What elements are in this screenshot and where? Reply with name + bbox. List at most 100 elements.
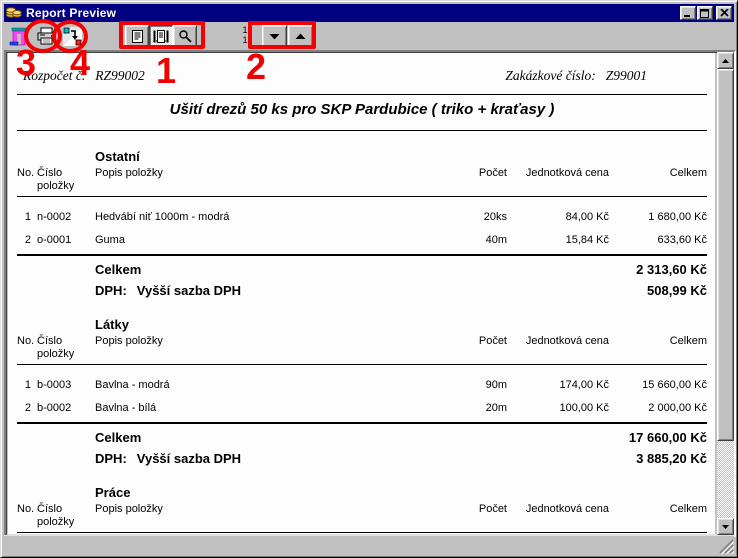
report-title: Ušití drezů 50 ks pro SKP Pardubice ( tr… — [17, 95, 707, 130]
section-rows: 1 pr-0001 Šití 50hod 525,00 Kč 26 250,00… — [17, 533, 707, 534]
order-number: Zakázkové číslo: Z99001 — [505, 68, 705, 84]
page-current: 1 — [238, 25, 252, 35]
report-section: Ostatní No. Číslo položky Popis položky … — [17, 149, 707, 301]
cell-description: Bavlna - modrá — [95, 379, 425, 391]
col-header-item-number: Číslo položky — [37, 335, 89, 361]
view-fit-page-button[interactable] — [149, 25, 173, 48]
report-preview-window: Report Preview — [0, 0, 738, 558]
divider-line — [17, 130, 707, 131]
section-header-row: No. Číslo položky Popis položky Počet Je… — [17, 335, 707, 365]
section-rows: 1 b-0003 Bavlna - modrá 90m 174,00 Kč 15… — [17, 365, 707, 419]
section-total-label: Celkem — [95, 430, 629, 445]
printer-icon — [36, 27, 57, 46]
section-total-row: Celkem 2 313,60 Kč — [17, 259, 707, 280]
cell-item-number: o-0001 — [37, 234, 89, 246]
col-header-no: No. — [17, 335, 31, 361]
section-title: Látky — [95, 317, 707, 333]
report-page: Rozpočet č. RZ99002 Zakázkové číslo: Z9900… — [8, 53, 715, 534]
table-row: 1 b-0003 Bavlna - modrá 90m 174,00 Kč 15… — [17, 373, 707, 396]
cell-no: 2 — [17, 402, 31, 414]
col-header-no: No. — [17, 503, 31, 529]
col-header-total: Celkem — [615, 335, 707, 361]
section-rows: 1 n-0002 Hedvábí niť 1000m - modrá 20ks … — [17, 197, 707, 251]
section-vat-value: 3 885,20 Kč — [636, 451, 707, 466]
budget-number: Rozpočet č. RZ99002 — [23, 68, 145, 84]
col-header-unit-price: Jednotková cena — [513, 503, 609, 529]
page-total: 1 — [238, 35, 252, 45]
cell-no: 1 — [17, 379, 31, 391]
cell-quantity: 90m — [431, 379, 507, 391]
cell-description: Hedvábí niť 1000m - modrá — [95, 211, 425, 223]
section-total-label: Celkem — [95, 262, 636, 277]
cell-unit-price: 174,00 Kč — [513, 379, 609, 391]
view-zoom-button[interactable] — [173, 25, 197, 48]
report-section: Látky No. Číslo položky Popis položky Po… — [17, 317, 707, 469]
export-button[interactable] — [61, 25, 85, 48]
page-up-button[interactable] — [288, 25, 313, 48]
cell-total: 633,60 Kč — [615, 234, 707, 246]
vat-label: DPH: — [95, 283, 127, 298]
section-total-value: 2 313,60 Kč — [636, 262, 707, 277]
cell-description: Bavlna - bílá — [95, 402, 425, 414]
resize-grip[interactable] — [717, 537, 734, 554]
maximize-button[interactable] — [697, 6, 713, 20]
page-indicator: 1 1 — [238, 25, 252, 45]
cell-unit-price: 100,00 Kč — [513, 402, 609, 414]
preview-area: Rozpočet č. RZ99002 Zakázkové číslo: Z9900… — [4, 50, 736, 537]
vat-rate-label: Vyšší sazba DPH — [137, 451, 241, 466]
minimize-button[interactable] — [680, 6, 696, 20]
report-sections: Ostatní No. Číslo položky Popis položky … — [17, 149, 707, 534]
section-vat-value: 508,99 Kč — [647, 283, 707, 298]
vat-rate-label: Vyšší sazba DPH — [137, 283, 241, 298]
section-total-value: 17 660,00 Kč — [629, 430, 707, 445]
arrow-up-icon — [295, 33, 306, 40]
col-header-description: Popis položky — [95, 335, 425, 361]
cell-no: 1 — [17, 211, 31, 223]
scroll-down-icon — [722, 525, 729, 529]
col-header-item-number: Číslo položky — [37, 167, 89, 193]
order-number-value: Z99001 — [606, 68, 647, 83]
exit-icon — [9, 27, 29, 47]
cell-total: 1 680,00 Kč — [615, 211, 707, 223]
maximize-icon — [700, 9, 710, 18]
coins-icon — [6, 3, 22, 23]
col-header-unit-price: Jednotková cena — [513, 335, 609, 361]
fit-page-icon — [153, 29, 169, 44]
close-button[interactable] — [716, 6, 732, 20]
cell-item-number: b-0003 — [37, 379, 89, 391]
scroll-down-button[interactable] — [717, 518, 734, 535]
arrow-down-icon — [269, 33, 280, 40]
order-number-label: Zakázkové číslo: — [505, 68, 595, 83]
col-header-total: Celkem — [615, 503, 707, 529]
scroll-up-icon — [722, 59, 729, 63]
title-bar[interactable]: Report Preview — [4, 4, 734, 22]
exit-preview-button[interactable] — [7, 25, 31, 48]
col-header-unit-price: Jednotková cena — [513, 167, 609, 193]
cell-unit-price: 84,00 Kč — [513, 211, 609, 223]
col-header-quantity: Počet — [431, 503, 507, 529]
col-header-no: No. — [17, 167, 31, 193]
view-whole-page-button[interactable] — [125, 25, 149, 48]
cell-no: 2 — [17, 234, 31, 246]
cell-unit-price: 15,84 Kč — [513, 234, 609, 246]
budget-number-value: RZ99002 — [95, 68, 145, 83]
cell-total: 2 000,00 Kč — [615, 402, 707, 414]
section-header-row: No. Číslo položky Popis položky Počet Je… — [17, 167, 707, 197]
close-icon — [720, 9, 729, 17]
window-title: Report Preview — [26, 6, 679, 20]
document-header: Rozpočet č. RZ99002 Zakázkové číslo: Z9900… — [17, 67, 707, 94]
minimize-icon — [683, 9, 693, 18]
cell-total: 15 660,00 Kč — [615, 379, 707, 391]
col-header-description: Popis položky — [95, 167, 425, 193]
vertical-scrollbar[interactable] — [717, 52, 734, 535]
budget-number-label: Rozpočet č. — [23, 68, 85, 83]
scrollbar-thumb[interactable] — [717, 69, 734, 441]
page-down-button[interactable] — [262, 25, 287, 48]
vat-label: DPH: — [95, 451, 127, 466]
section-title: Práce — [95, 485, 707, 501]
print-button[interactable] — [34, 25, 58, 48]
scroll-up-button[interactable] — [717, 52, 734, 69]
export-icon — [63, 27, 83, 47]
col-header-total: Celkem — [615, 167, 707, 193]
report-section: Práce No. Číslo položky Popis položky Po… — [17, 485, 707, 534]
